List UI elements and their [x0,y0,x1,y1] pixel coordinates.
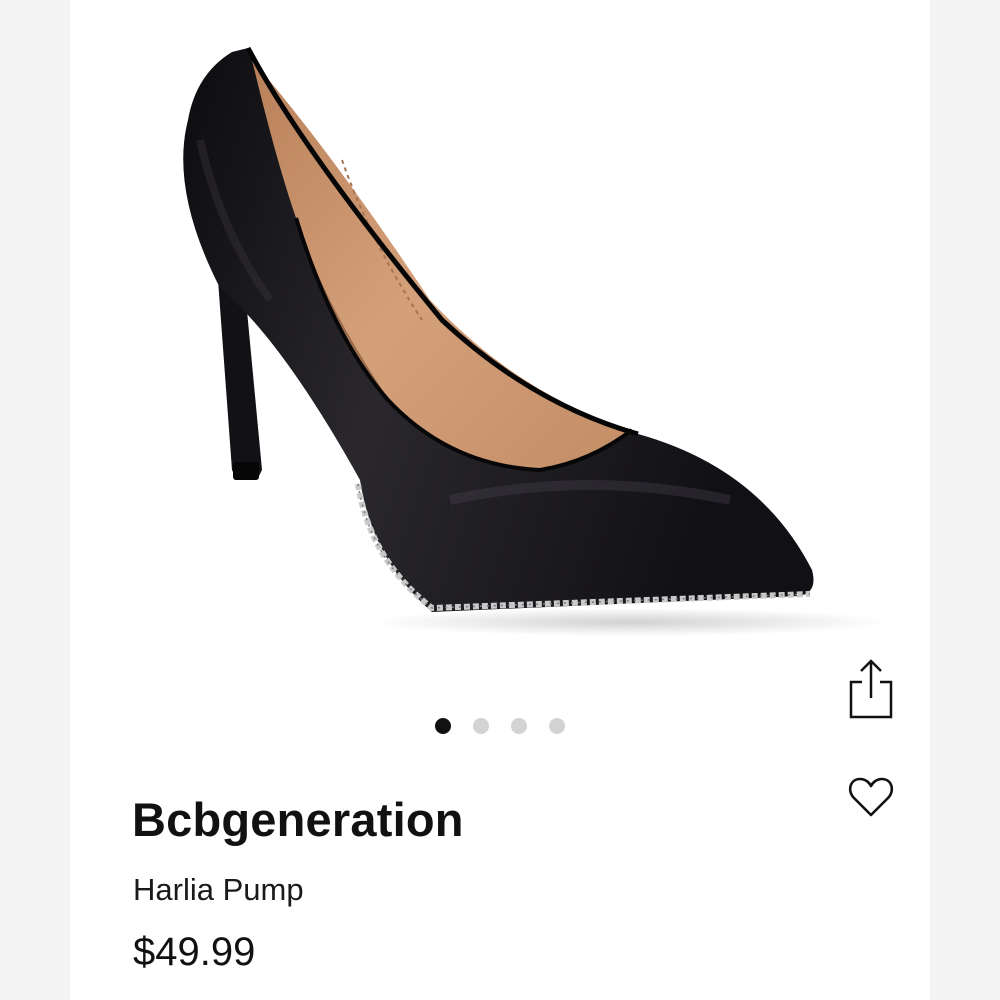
product-name: Harlia Pump [133,872,304,907]
pagination-dot[interactable] [511,718,527,734]
favorite-button[interactable] [842,768,900,826]
product-image-gallery[interactable] [70,0,930,700]
share-icon [849,659,893,719]
brand-name[interactable]: Bcbgeneration [132,792,464,847]
pagination-dot[interactable] [435,718,451,734]
heart-outline-icon [848,777,894,817]
product-card: Bcbgeneration Harlia Pump $49.99 [70,0,930,1000]
share-button[interactable] [842,656,900,722]
product-price: $49.99 [133,930,256,974]
shoe-image [183,46,890,636]
image-pagination-dots [70,718,930,734]
pagination-dot[interactable] [473,718,489,734]
pagination-dot[interactable] [549,718,565,734]
